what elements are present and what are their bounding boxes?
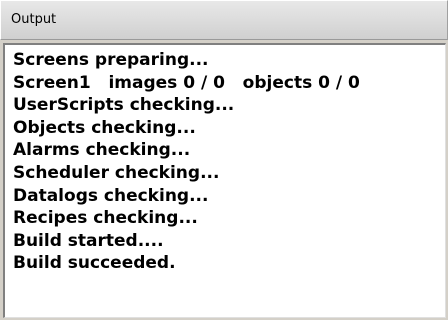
log-line: UserScripts checking... <box>13 95 235 116</box>
log-line: Objects checking... <box>13 117 196 138</box>
output-panel: Output Screens preparing... Screen1 imag… <box>0 0 448 320</box>
output-log-list: Screens preparing... Screen1 images 0 / … <box>5 45 445 275</box>
log-line: Alarms checking... <box>13 140 191 161</box>
log-line: Scheduler checking... <box>13 162 220 183</box>
output-log-area[interactable]: Screens preparing... Screen1 images 0 / … <box>3 43 446 318</box>
log-line: Screen1 images 0 / 0 objects 0 / 0 <box>13 72 360 93</box>
log-line: Screens preparing... <box>13 50 209 70</box>
log-line: Build succeeded. <box>13 253 176 274</box>
output-title: Output <box>11 12 57 27</box>
log-line: Datalogs checking... <box>13 185 209 206</box>
output-title-bar[interactable]: Output <box>0 0 448 40</box>
log-line: Build started.... <box>13 230 164 251</box>
log-line: Recipes checking... <box>13 208 198 229</box>
